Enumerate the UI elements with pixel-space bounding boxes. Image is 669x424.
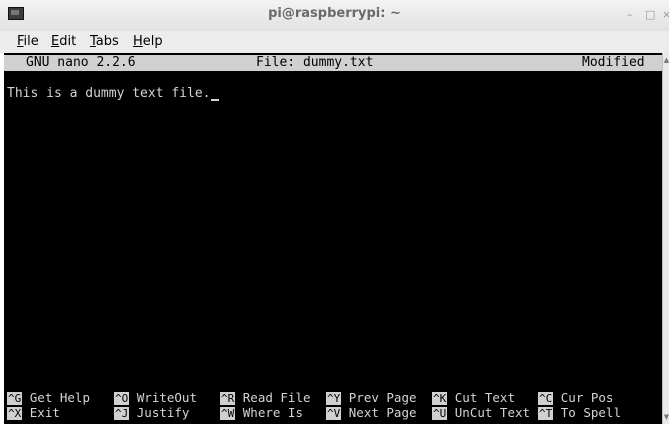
maximize-button[interactable]: □	[645, 8, 655, 21]
shortcut-cur-pos[interactable]: ^C Cur Pos	[538, 390, 613, 406]
minimize-button[interactable]: –	[627, 8, 633, 21]
menu-help[interactable]: Help	[133, 34, 163, 49]
title-bar[interactable]: pi@raspberrypi: ~ – □ ×	[0, 0, 669, 32]
shortcut-bar: ^G Get Help ^O WriteOut ^R Read File ^Y …	[4, 390, 662, 422]
shortcut-prev-page[interactable]: ^Y Prev Page	[326, 390, 417, 406]
vertical-scrollbar[interactable]: ▲ ▼	[662, 53, 669, 424]
text-line: This is a dummy text file.	[7, 86, 211, 101]
text-cursor	[210, 86, 219, 101]
shortcut-get-help[interactable]: ^G Get Help	[7, 390, 90, 406]
shortcut-exit[interactable]: ^X Exit	[7, 405, 60, 421]
shortcut-uncut-text[interactable]: ^U UnCut Text	[432, 405, 530, 421]
menu-bar: File Edit Tabs Help	[0, 31, 669, 53]
shortcut-cut-text[interactable]: ^K Cut Text	[432, 390, 515, 406]
shortcut-writeout[interactable]: ^O WriteOut	[114, 390, 197, 406]
shortcut-read-file[interactable]: ^R Read File	[220, 390, 311, 406]
scroll-up-arrow-icon[interactable]: ▲	[663, 55, 669, 65]
scroll-down-arrow-icon[interactable]: ▼	[663, 412, 669, 422]
shortcut-to-spell[interactable]: ^T To Spell	[538, 405, 621, 421]
nano-status: Modified	[582, 55, 645, 70]
shortcut-next-page[interactable]: ^V Next Page	[326, 405, 417, 421]
nano-filename: File: dummy.txt	[256, 55, 374, 70]
menu-tabs[interactable]: Tabs	[90, 34, 119, 49]
close-button[interactable]: ×	[662, 8, 669, 21]
shortcut-where-is[interactable]: ^W Where Is	[220, 405, 303, 421]
menu-file[interactable]: File	[17, 34, 39, 49]
nano-version: GNU nano 2.2.6	[26, 55, 136, 70]
editor-content[interactable]: This is a dummy text file.	[7, 86, 219, 101]
nano-header: GNU nano 2.2.6 File: dummy.txt Modified	[4, 55, 662, 71]
menu-edit[interactable]: Edit	[51, 34, 76, 49]
window-title: pi@raspberrypi: ~	[268, 6, 401, 21]
shortcut-justify[interactable]: ^J Justify	[114, 405, 189, 421]
terminal-area[interactable]: GNU nano 2.2.6 File: dummy.txt Modified …	[4, 53, 662, 424]
